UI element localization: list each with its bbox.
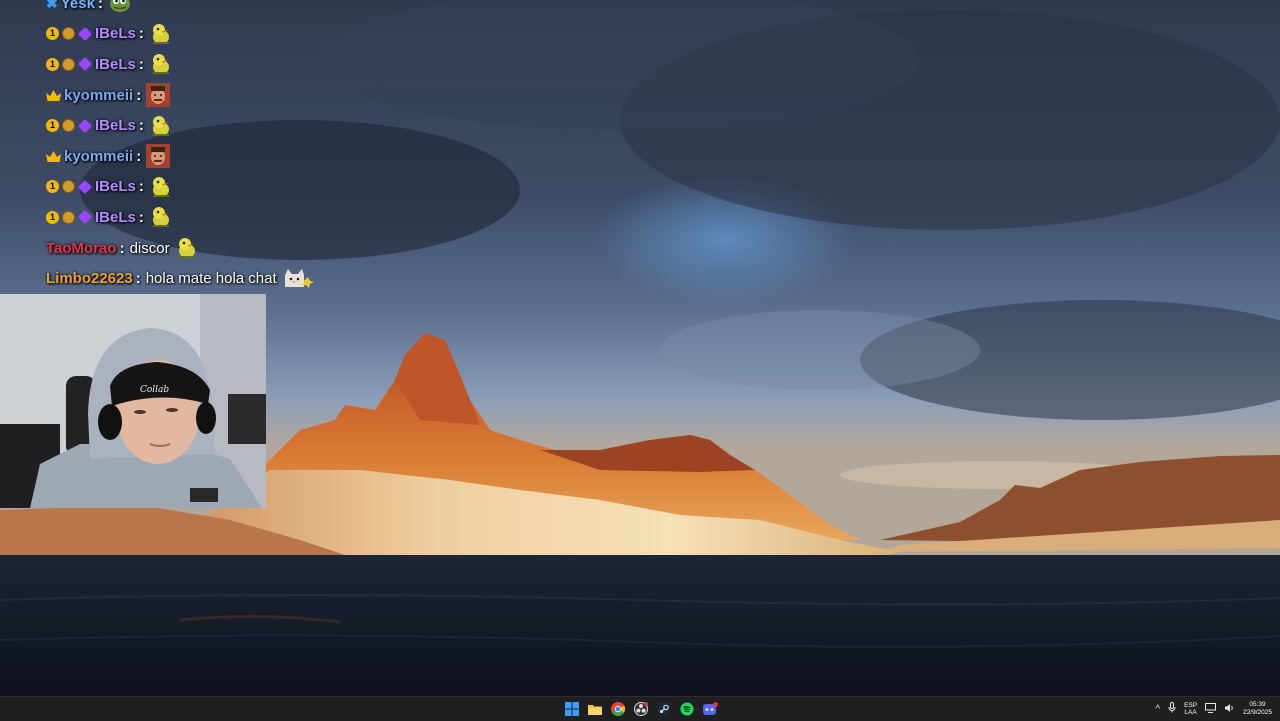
chat-separator: : (138, 55, 144, 73)
chat-message: 1 IBeLs: (46, 49, 366, 80)
cat-emote (282, 267, 316, 291)
gem-badge-icon (77, 210, 93, 225)
sub-tier-badge-icon: 1 (46, 27, 59, 41)
chat-message: kyommeii: (46, 80, 366, 111)
chat-username[interactable]: TaoMorao (46, 240, 117, 257)
chat-username[interactable]: Yesk (61, 0, 95, 12)
chat-separator: : (136, 147, 142, 165)
coin-badge-icon (62, 57, 75, 71)
chat-message-text: discor (129, 239, 170, 257)
pepe-emote (108, 0, 132, 15)
obs-icon[interactable] (631, 699, 651, 719)
steam-icon[interactable] (654, 699, 674, 719)
system-tray: ^ ESP LAA 05:39 22/9/2025 (1155, 697, 1272, 721)
duck-emote (149, 52, 173, 76)
chat-username[interactable]: IBeLs (95, 209, 136, 226)
discord-icon[interactable] (700, 699, 720, 719)
cross-badge-icon: ✖ (46, 0, 58, 11)
file-explorer-icon[interactable] (585, 699, 605, 719)
gem-badge-icon (77, 118, 93, 133)
coin-badge-icon (62, 210, 75, 224)
webcam-feed: Collab (0, 294, 266, 508)
language-code: ESP (1184, 702, 1198, 709)
chat-separator: : (138, 208, 144, 226)
duck-emote (175, 236, 199, 260)
coin-badge-icon (62, 180, 75, 194)
coin-badge-icon (62, 27, 75, 41)
chat-separator: : (97, 0, 103, 12)
chat-username[interactable]: kyommeii (64, 87, 133, 104)
chrome-icon[interactable] (608, 699, 628, 719)
crown-badge-icon (46, 89, 61, 101)
chat-separator: : (119, 239, 125, 257)
chat-message: 1 IBeLs: (46, 172, 366, 203)
gem-badge-icon (77, 26, 93, 41)
keyboard-layout: LAA (1184, 709, 1197, 716)
face-emote (146, 83, 171, 108)
chat-separator: : (135, 270, 141, 288)
chat-username[interactable]: Limbo22623 (46, 270, 133, 287)
sub-tier-badge-icon: 1 (46, 119, 59, 133)
chat-username[interactable]: IBeLs (95, 178, 136, 195)
sub-tier-badge-icon: 1 (46, 180, 59, 194)
clock-date: 22/9/2025 (1243, 709, 1272, 716)
chat-message: ✖ Yesk: (46, 0, 366, 19)
gem-badge-icon (77, 57, 93, 72)
chat-message: TaoMorao: discor (46, 233, 366, 264)
network-icon[interactable] (1205, 700, 1217, 718)
svg-text:Collab: Collab (140, 385, 169, 395)
face-emote (146, 144, 171, 169)
gem-badge-icon (77, 179, 93, 194)
sub-tier-badge-icon: 1 (46, 57, 59, 71)
spotify-icon[interactable] (677, 699, 697, 719)
input-language-indicator[interactable]: ESP LAA (1184, 702, 1197, 716)
show-hidden-icons-chevron[interactable]: ^ (1155, 704, 1160, 715)
chat-username[interactable]: IBeLs (95, 56, 136, 73)
clock[interactable]: 05:39 22/9/2025 (1243, 701, 1272, 717)
volume-icon[interactable] (1224, 700, 1235, 718)
duck-emote (149, 114, 173, 138)
duck-emote (149, 175, 173, 199)
chat-message: 1 IBeLs: (46, 19, 366, 50)
chat-separator: : (136, 86, 142, 104)
duck-emote (149, 205, 173, 229)
microphone-icon[interactable] (1168, 700, 1176, 718)
chat-message: Limbo22623: hola mate hola chat (46, 263, 366, 294)
windows-start-icon[interactable] (562, 699, 582, 719)
chat-message: 1 IBeLs: (46, 110, 366, 141)
clock-time: 05:39 (1249, 701, 1266, 708)
chat-message: 1 IBeLs: (46, 202, 366, 233)
sub-tier-badge-icon: 1 (46, 210, 59, 224)
crown-badge-icon (46, 150, 61, 162)
chat-username[interactable]: IBeLs (95, 25, 136, 42)
stream-chat-overlay: ✖ Yesk:1 IBeLs:1 IBeLs: kyommeii:1 IBeLs: kyom… (46, 0, 366, 294)
coin-badge-icon (62, 119, 75, 133)
chat-username[interactable]: IBeLs (95, 117, 136, 134)
taskbar: ^ ESP LAA 05:39 22/9/2025 (0, 696, 1280, 721)
chat-username[interactable]: kyommeii (64, 148, 133, 165)
duck-emote (149, 22, 173, 46)
chat-separator: : (138, 117, 144, 135)
chat-message-text: hola mate hola chat (145, 270, 277, 288)
chat-separator: : (138, 25, 144, 43)
chat-message: kyommeii: (46, 141, 366, 172)
taskbar-apps (562, 699, 720, 719)
chat-separator: : (138, 178, 144, 196)
